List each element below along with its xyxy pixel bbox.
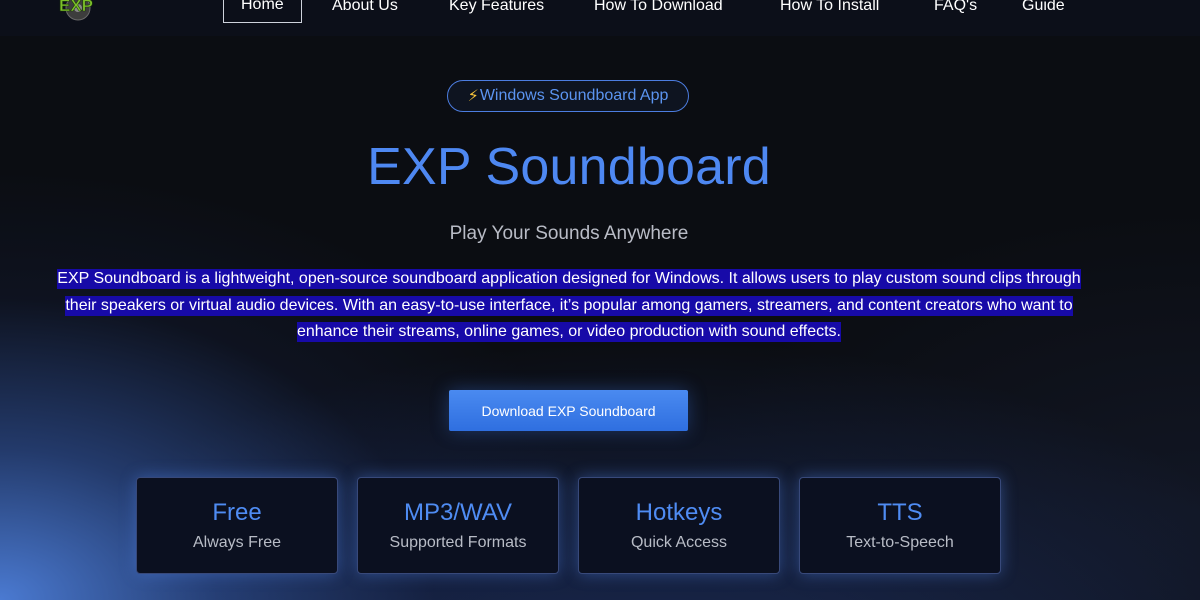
nav-about-us-link[interactable]: About Us <box>332 0 398 16</box>
feature-card-hotkeys: Hotkeys Quick Access <box>578 477 780 574</box>
feature-card-title: TTS <box>877 499 923 526</box>
download-button[interactable]: Download EXP Soundboard <box>449 390 688 431</box>
nav-how-to-download-link[interactable]: How To Download <box>594 0 723 16</box>
nav-key-features-link[interactable]: Key Features <box>449 0 544 16</box>
feature-card-subtitle: Text-to-Speech <box>846 534 954 551</box>
feature-card-tts: TTS Text-to-Speech <box>799 477 1001 574</box>
feature-card-formats: MP3/WAV Supported Formats <box>357 477 559 574</box>
feature-card-title: Hotkeys <box>635 499 723 526</box>
feature-card-free: Free Always Free <box>136 477 338 574</box>
feature-card-title: Free <box>212 499 262 526</box>
nav-faqs-link[interactable]: FAQ's <box>934 0 977 16</box>
feature-card-title: MP3/WAV <box>403 499 512 526</box>
nav-home-link[interactable]: Home <box>223 0 302 23</box>
windows-app-badge: ⚡ Windows Soundboard App <box>447 80 689 112</box>
exp-logo[interactable]: EXP <box>56 0 100 22</box>
intro-description-text: EXP Soundboard is a lightweight, open-so… <box>57 269 1081 342</box>
feature-card-subtitle: Always Free <box>192 534 282 551</box>
nav-guide-link[interactable]: Guide <box>1022 0 1065 16</box>
page-title: EXP Soundboard <box>367 138 771 196</box>
badge-label: Windows Soundboard App <box>479 87 669 104</box>
feature-card-subtitle: Supported Formats <box>389 534 527 551</box>
navbar: EXP Home About Us Key Features How To Do… <box>0 0 1200 36</box>
page-subtitle: Play Your Sounds Anywhere <box>449 223 689 244</box>
nav-how-to-install-link[interactable]: How To Install <box>780 0 879 16</box>
lightning-icon: ⚡ <box>467 88 479 105</box>
intro-description: EXP Soundboard is a lightweight, open-so… <box>52 266 1086 346</box>
feature-card-subtitle: Quick Access <box>630 534 728 551</box>
svg-text:EXP: EXP <box>59 0 93 15</box>
